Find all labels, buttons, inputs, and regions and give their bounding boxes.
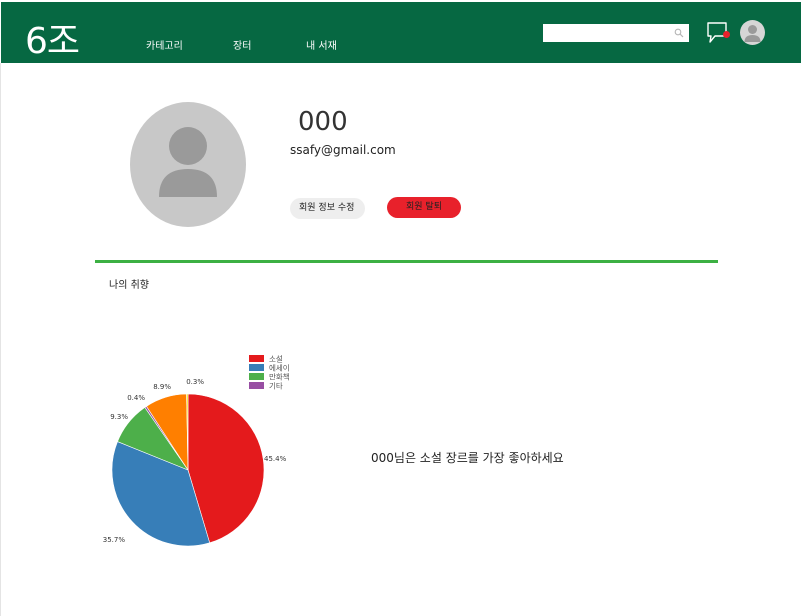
nav-item-category[interactable]: 카테고리 (146, 41, 183, 53)
legend-swatch (249, 373, 264, 380)
taste-section-title: 나의 취향 (109, 280, 149, 291)
legend-label: 에세이 (269, 363, 290, 373)
user-silhouette-icon (159, 127, 217, 197)
user-avatar-icon[interactable] (740, 20, 765, 45)
pie-data-label: 35.7% (103, 536, 126, 544)
site-logo[interactable]: 6조 (25, 22, 80, 62)
pie-data-label: 0.4% (127, 394, 145, 402)
pie-data-label: 45.4% (264, 455, 287, 463)
legend-swatch (249, 364, 264, 371)
notification-dot (723, 31, 730, 38)
taste-summary-text: 000님은 소설 장르를 가장 좋아하세요 (371, 451, 564, 465)
withdraw-button[interactable]: 회원 탈퇴 (387, 197, 461, 218)
pie-data-label: 8.9% (153, 383, 171, 391)
nav-item-my-library[interactable]: 내 서재 (306, 41, 337, 53)
search-icon[interactable] (674, 28, 684, 38)
pie-data-label: 0.3% (186, 378, 204, 386)
nav-item-market[interactable]: 장터 (233, 41, 251, 53)
legend-label: 기타 (269, 382, 283, 391)
pie-data-label: 9.3% (110, 413, 128, 421)
legend-swatch (249, 355, 264, 362)
profile-name: 000 (298, 107, 348, 137)
profile-email: ssafy@gmail.com (290, 143, 396, 157)
edit-profile-button[interactable]: 회원 정보 수정 (290, 198, 365, 219)
legend-label: 만화책 (269, 372, 290, 382)
genre-pie-chart: 45.4% 35.7% 9.3% 0.4% 8.9% 0.3% 소설에세이만화책기타 (103, 355, 290, 547)
chat-icon[interactable] (706, 21, 732, 45)
profile-avatar (130, 102, 246, 227)
legend-label: 소설 (269, 355, 283, 364)
page-left-border (0, 63, 1, 616)
section-divider (95, 260, 718, 263)
legend-swatch (249, 382, 264, 389)
search-input[interactable] (543, 24, 689, 42)
